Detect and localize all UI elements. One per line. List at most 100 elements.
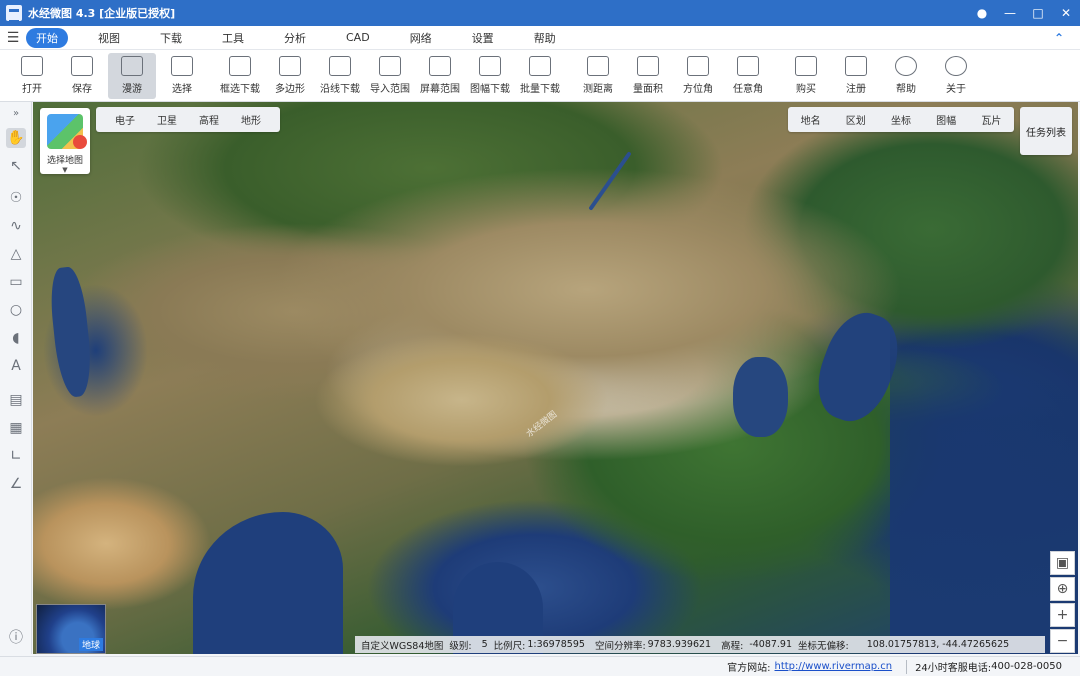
coord-offset-label: 坐标无偏移: — [798, 640, 849, 652]
azimuth-button[interactable]: 方位角 — [674, 53, 722, 99]
rectangle-icon[interactable]: ▭ — [6, 272, 26, 292]
crs-label: 自定义WGS84地图 — [361, 640, 444, 652]
menu-analysis[interactable]: 分析 — [274, 28, 316, 48]
save-icon — [71, 56, 93, 76]
level-value: 5 — [481, 639, 488, 650]
user-icon[interactable]: ● — [968, 0, 996, 26]
menu-download[interactable]: 下载 — [150, 28, 192, 48]
window-controls: ● — □ ✕ — [968, 0, 1080, 26]
any-angle-button[interactable]: 任意角 — [724, 53, 772, 99]
bottom-bar: 官方网站: http://www.rivermap.cn 24小时客服电话: 4… — [0, 656, 1080, 676]
polyline-icon[interactable]: ∿ — [6, 216, 26, 236]
overlay-tab-tiles[interactable]: 瓦片 — [981, 112, 1001, 127]
layer-tabs: 电子 卫星 高程 地形 — [96, 107, 280, 132]
area-icon — [637, 56, 659, 76]
layer-tab-electronic[interactable]: 电子 — [104, 112, 146, 127]
polygon-icon[interactable]: △ — [6, 244, 26, 264]
register-button[interactable]: 注册 — [832, 53, 880, 99]
import-range-icon — [379, 56, 401, 76]
layer-tab-elevation[interactable]: 高程 — [188, 112, 230, 127]
buy-button[interactable]: 购买 — [782, 53, 830, 99]
maximize-button[interactable]: □ — [1024, 0, 1052, 26]
map-icon — [47, 114, 87, 149]
angle-icon[interactable]: ∠ — [6, 474, 26, 494]
select-map-button[interactable]: 选择地图 ▼ — [40, 108, 90, 174]
zoom-in-button[interactable]: + — [1050, 603, 1075, 627]
resolution-value: 9783.939621 — [647, 639, 712, 650]
resolution-label: 空间分辨率: — [594, 640, 646, 652]
sheet-download-icon — [479, 56, 501, 76]
pointer-icon[interactable]: ↖ — [6, 156, 26, 176]
batch-download-button[interactable]: 批量下载 — [516, 53, 564, 99]
text-icon[interactable]: A — [6, 356, 26, 376]
select-button[interactable]: 选择 — [158, 53, 206, 99]
circle-icon[interactable]: ○ — [6, 300, 26, 320]
menu-tools[interactable]: 工具 — [212, 28, 254, 48]
pan-button[interactable]: 漫游 — [108, 52, 156, 99]
ruler-icon[interactable]: ▤ — [6, 390, 26, 410]
minimize-button[interactable]: — — [996, 0, 1024, 26]
app-logo-icon — [6, 5, 22, 22]
line-download-button[interactable]: 沿线下载 — [316, 53, 364, 99]
service-label: 24小时客服电话: — [915, 663, 992, 674]
phone-value: 400-028-0050 — [991, 661, 1062, 672]
menu-view[interactable]: 视图 — [88, 28, 130, 48]
hand-icon[interactable]: ✋ — [6, 128, 26, 148]
azimuth-icon[interactable]: ∟ — [6, 446, 26, 466]
select-map-label: 选择地图 — [46, 156, 83, 166]
overlay-tab-divisions[interactable]: 区划 — [846, 112, 866, 127]
website-link[interactable]: http://www.rivermap.cn — [775, 661, 893, 672]
collapse-ribbon-icon[interactable]: ⌃ — [1054, 31, 1064, 45]
ribbon-toolbar: 打开 保存 漫游 选择 框选下载 多边形 沿线下载 导入范围 屏幕范围 图幅下载… — [0, 50, 1080, 102]
locate-icon[interactable]: ⊕ — [1050, 577, 1075, 601]
menu-cad[interactable]: CAD — [336, 29, 380, 46]
sheet-download-button[interactable]: 图幅下载 — [466, 53, 514, 99]
pin-icon[interactable]: ☉ — [6, 188, 26, 208]
zoom-out-button[interactable]: − — [1050, 629, 1075, 653]
map-status-bar: 自定义WGS84地图 级别: 5 比例尺: 1:36978595 空间分辨率: … — [355, 636, 1045, 653]
menu-help[interactable]: 帮助 — [524, 28, 566, 48]
layer-tab-terrain[interactable]: 地形 — [230, 112, 272, 127]
overlay-tab-coordinates[interactable]: 坐标 — [891, 112, 911, 127]
overlay-tab-placenames[interactable]: 地名 — [801, 112, 821, 127]
menu-start[interactable]: 开始 — [26, 27, 68, 48]
measure-distance-button[interactable]: 测距离 — [574, 53, 622, 99]
title-bar: 水经微图 4.3 [企业版已授权] ● — □ ✕ — [0, 0, 1080, 26]
cart-icon — [795, 56, 817, 76]
level-label: 级别: — [449, 640, 472, 652]
left-toolbar: » ✋ ↖ ☉ ∿ △ ▭ ○ ◖ A ▤ ▦ ∟ ∠ ⓘ — [0, 102, 32, 654]
menu-settings[interactable]: 设置 — [462, 28, 504, 48]
close-button[interactable]: ✕ — [1052, 0, 1080, 26]
import-range-button[interactable]: 导入范围 — [366, 53, 414, 99]
help-button[interactable]: 帮助 — [882, 53, 930, 99]
overlay-tab-sheets[interactable]: 图幅 — [936, 112, 956, 127]
angle-icon — [737, 56, 759, 76]
map-canvas[interactable] — [33, 102, 1078, 654]
layer-tab-satellite[interactable]: 卫星 — [146, 112, 188, 127]
task-list-button[interactable]: 任务列表 — [1020, 107, 1072, 155]
elevation-value: -4087.91 — [749, 639, 793, 650]
fullscreen-icon[interactable]: ▣ — [1050, 551, 1075, 575]
save-button[interactable]: 保存 — [58, 53, 106, 99]
about-button[interactable]: 关于 — [932, 53, 980, 99]
map-water-feature — [733, 357, 788, 437]
minimap-globe[interactable]: 地球 — [36, 604, 106, 654]
menu-network[interactable]: 网络 — [400, 28, 442, 48]
measure-area-button[interactable]: 量面积 — [624, 53, 672, 99]
map-water-feature — [193, 512, 343, 654]
open-button[interactable]: 打开 — [8, 53, 56, 99]
hamburger-menu-icon[interactable]: ☰ — [0, 30, 26, 46]
polygon-button[interactable]: 多边形 — [266, 53, 314, 99]
help-icon[interactable]: ⓘ — [6, 628, 26, 648]
area-icon[interactable]: ▦ — [6, 418, 26, 438]
screen-range-icon — [429, 56, 451, 76]
screen-range-button[interactable]: 屏幕范围 — [416, 53, 464, 99]
minimap-label: 地球 — [78, 638, 103, 651]
pointer-icon — [171, 56, 193, 76]
box-download-button[interactable]: 框选下载 — [216, 53, 264, 99]
box-download-icon — [229, 56, 251, 76]
folder-icon — [21, 56, 43, 76]
sector-icon[interactable]: ◖ — [6, 328, 26, 348]
expand-panel-icon[interactable]: » — [6, 104, 26, 124]
elevation-label: 高程: — [721, 640, 744, 652]
